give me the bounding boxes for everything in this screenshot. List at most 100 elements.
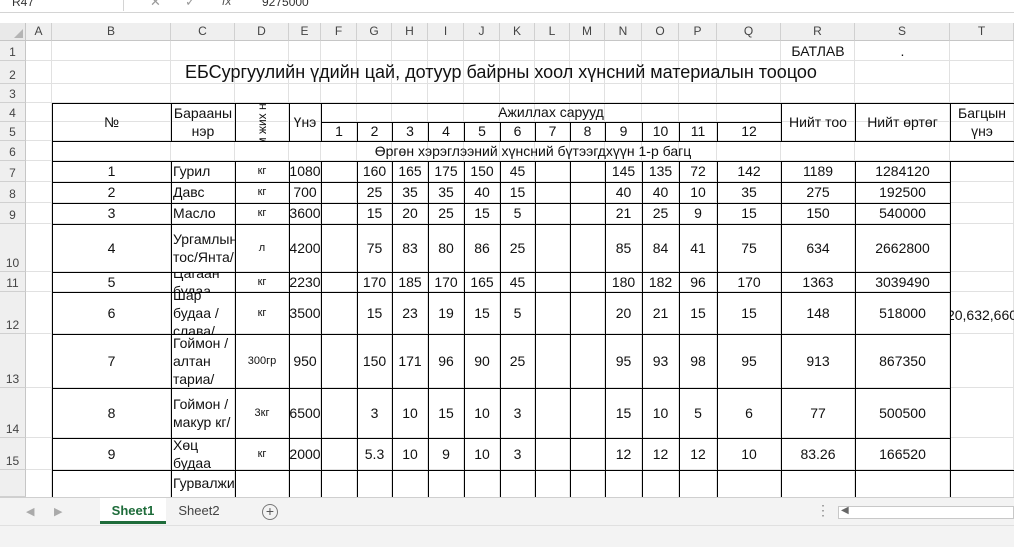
row-header-4[interactable]: 4	[0, 103, 26, 122]
item-price[interactable]: 1080	[289, 161, 321, 182]
row-no[interactable]: 2	[52, 182, 171, 203]
section-title[interactable]: Өргөн хэрэглээний хүнсний бүтээгдхүүн 1-…	[52, 141, 1014, 161]
item-month-value[interactable]: 182	[642, 272, 679, 292]
item-month-value[interactable]: 25	[357, 182, 392, 203]
column-header-i[interactable]: I	[428, 23, 464, 41]
item-month-value[interactable]: 75	[717, 224, 781, 272]
column-header-k[interactable]: K	[500, 23, 535, 41]
header-total-qty[interactable]: Нийт тоо	[781, 103, 855, 141]
item-month-value[interactable]: 40	[642, 182, 679, 203]
item-month-value[interactable]: 75	[357, 224, 392, 272]
scroll-left-icon[interactable]: ◀	[841, 505, 849, 516]
row-header-2[interactable]: 2	[0, 61, 26, 84]
item-month-value[interactable]: 80	[428, 224, 464, 272]
item-month-value[interactable]: 83	[392, 224, 428, 272]
item-name[interactable]: Масло	[171, 203, 235, 224]
header-months-group[interactable]: Ажиллах сарууд	[321, 103, 781, 122]
header-month-7[interactable]: 7	[535, 122, 570, 141]
item-month-value[interactable]: 10	[642, 388, 679, 438]
item-month-value[interactable]: 15	[717, 203, 781, 224]
column-header-e[interactable]: E	[289, 23, 321, 41]
column-header-j[interactable]: J	[464, 23, 500, 41]
tab-sheet2[interactable]: Sheet2	[168, 498, 230, 524]
header-total-cost[interactable]: Нийт өртөг	[855, 103, 950, 141]
item-price[interactable]: 2000	[289, 438, 321, 470]
item-month-value[interactable]: 15	[500, 182, 535, 203]
item-month-value[interactable]: 35	[392, 182, 428, 203]
column-header-h[interactable]: H	[392, 23, 428, 41]
item-total-cost[interactable]: 867350	[855, 334, 950, 388]
item-total-qty[interactable]: 83.26	[781, 438, 855, 470]
item-month-value[interactable]: 12	[642, 438, 679, 470]
item-total-qty[interactable]: 1189	[781, 161, 855, 182]
item-month-value[interactable]: 15	[464, 292, 500, 334]
item-unit[interactable]: кг	[235, 272, 289, 292]
item-month-value[interactable]: 3	[500, 388, 535, 438]
item-name[interactable]: Шар будаа /слава/	[171, 292, 235, 334]
item-total-qty[interactable]: 77	[781, 388, 855, 438]
row-header-14[interactable]: 14	[0, 388, 26, 438]
row-no[interactable]: 6	[52, 292, 171, 334]
row-header-15[interactable]: 15	[0, 438, 26, 470]
item-month-value[interactable]: 98	[679, 334, 717, 388]
item-total-cost[interactable]: 1284120	[855, 161, 950, 182]
item-month-value[interactable]: 15	[428, 388, 464, 438]
item-month-value[interactable]: 15	[357, 292, 392, 334]
item-month-value[interactable]: 35	[428, 182, 464, 203]
item-month-value[interactable]: 170	[357, 272, 392, 292]
row-header-10[interactable]: 10	[0, 224, 26, 272]
sheet-title[interactable]: ЕБСургуулийн үдийн цай, дотуур байрны хо…	[52, 61, 950, 84]
item-name[interactable]: Ургамлын тос/Янта/	[171, 224, 235, 272]
column-header-c[interactable]: C	[171, 23, 235, 41]
add-sheet-icon[interactable]: +	[262, 504, 278, 520]
column-header-b[interactable]: B	[52, 23, 171, 41]
function-icon[interactable]: fx	[222, 0, 231, 8]
item-total-qty[interactable]: 634	[781, 224, 855, 272]
tab-sheet1[interactable]: Sheet1	[100, 498, 166, 524]
item-month-value[interactable]: 72	[679, 161, 717, 182]
item-month-value[interactable]: 20	[392, 203, 428, 224]
item-month-value[interactable]: 35	[717, 182, 781, 203]
header-month-11[interactable]: 11	[679, 122, 717, 141]
confirm-icon[interactable]: ✓	[185, 0, 196, 10]
item-total-qty[interactable]: 913	[781, 334, 855, 388]
item-month-value[interactable]: 19	[428, 292, 464, 334]
item-total-cost[interactable]: 192500	[855, 182, 950, 203]
row-no[interactable]: 3	[52, 203, 171, 224]
row-no[interactable]: 9	[52, 438, 171, 470]
item-month-value[interactable]: 15	[464, 203, 500, 224]
column-header-a[interactable]: A	[26, 23, 52, 41]
column-header-l[interactable]: L	[535, 23, 570, 41]
next-sheet-icon[interactable]: ▶	[54, 505, 62, 518]
item-month-value[interactable]: 185	[392, 272, 428, 292]
item-total-cost[interactable]: 166520	[855, 438, 950, 470]
item-month-value[interactable]: 86	[464, 224, 500, 272]
item-month-value[interactable]: 23	[392, 292, 428, 334]
row-header-6[interactable]: 6	[0, 141, 26, 161]
column-header-s[interactable]: S	[855, 23, 950, 41]
item-month-value[interactable]: 175	[428, 161, 464, 182]
header-name[interactable]: Барааны нэр	[171, 103, 235, 141]
row-header-3[interactable]: 3	[0, 84, 26, 103]
item-month-value[interactable]: 25	[500, 224, 535, 272]
item-month-value[interactable]: 40	[464, 182, 500, 203]
item-month-value[interactable]: 3	[500, 438, 535, 470]
item-month-value[interactable]: 21	[642, 292, 679, 334]
item-month-value[interactable]: 25	[428, 203, 464, 224]
item-price[interactable]: 700	[289, 182, 321, 203]
header-month-6[interactable]: 6	[500, 122, 535, 141]
item-month-value[interactable]: 15	[357, 203, 392, 224]
item-name[interactable]: Гоймон /алтан тариа/	[171, 334, 235, 388]
item-price[interactable]: 2230	[289, 272, 321, 292]
header-price[interactable]: Үнэ	[289, 103, 321, 141]
more-options-icon[interactable]: ⋮	[816, 502, 830, 519]
item-month-value[interactable]: 20	[605, 292, 642, 334]
item-month-value[interactable]: 150	[464, 161, 500, 182]
item-month-value[interactable]: 90	[464, 334, 500, 388]
item-price[interactable]: 950	[289, 334, 321, 388]
item-month-value[interactable]: 5	[500, 203, 535, 224]
header-no[interactable]: №	[52, 103, 171, 141]
item-month-value[interactable]: 170	[717, 272, 781, 292]
item-month-value[interactable]: 150	[357, 334, 392, 388]
item-name[interactable]: Гурил	[171, 161, 235, 182]
